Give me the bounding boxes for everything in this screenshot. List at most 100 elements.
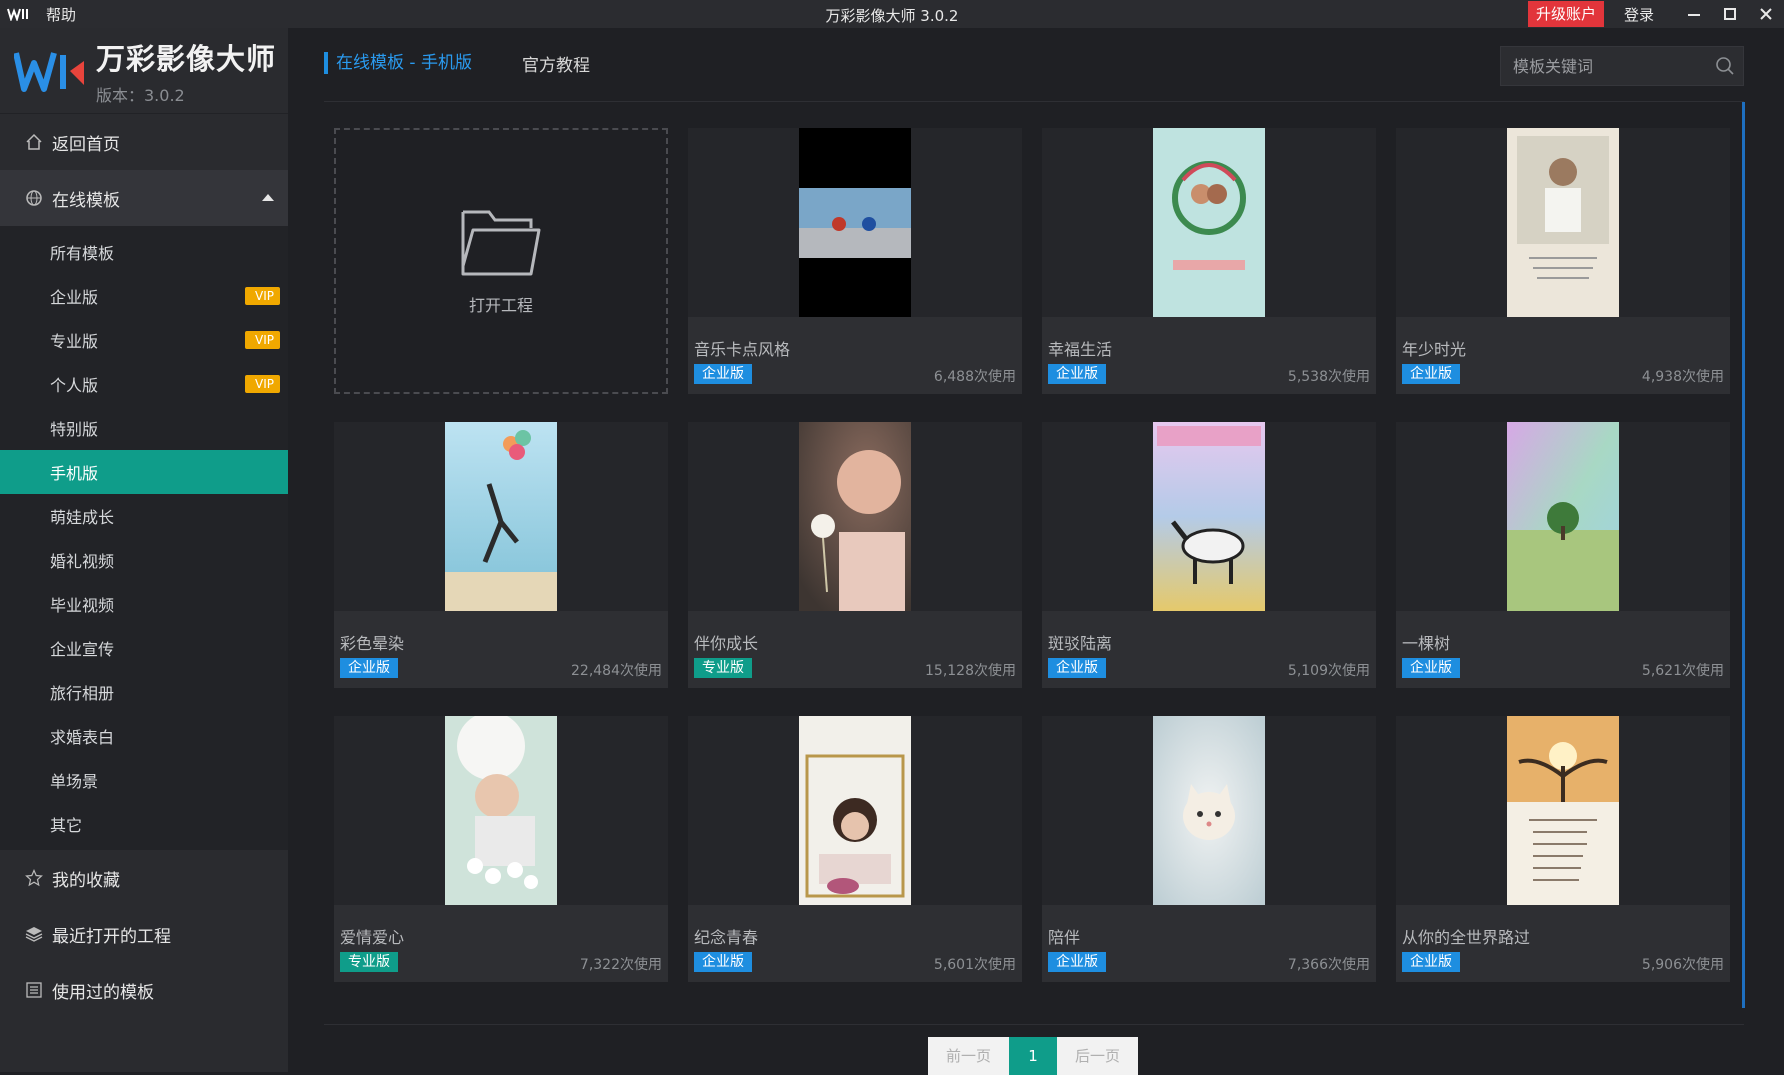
open-project-card[interactable]: 打开工程: [334, 128, 668, 394]
edition-badge: 企业版: [694, 364, 752, 384]
sidebar-item[interactable]: 婚礼视频: [0, 538, 288, 582]
nav-used-templates[interactable]: 使用过的模板: [0, 962, 288, 1018]
template-card[interactable]: 音乐卡点风格 企业版 6,488次使用: [688, 128, 1022, 394]
template-thumbnail: [799, 716, 911, 905]
template-card[interactable]: 伴你成长 专业版 15,128次使用: [688, 422, 1022, 688]
sidebar-item[interactable]: 旅行相册: [0, 670, 288, 714]
usage-count: 5,906次使用: [1641, 957, 1724, 973]
globe-icon: [24, 188, 44, 208]
vip-badge: VIP: [245, 375, 280, 393]
usage-count: 15,128次使用: [925, 663, 1016, 679]
title-bar: 帮助 万彩影像大师 3.0.2 升级账户 登录: [0, 0, 1784, 28]
vertical-scrollbar[interactable]: [1742, 102, 1745, 1008]
template-title: 爱情爱心: [340, 928, 405, 947]
sidebar-item[interactable]: 企业宣传: [0, 626, 288, 670]
template-card[interactable]: 陪伴 企业版 7,366次使用: [1042, 716, 1376, 982]
app-small-logo-icon: [6, 6, 30, 22]
sub-nav-list: 所有模板 企业版 VIP 专业版 VIP 个人版 VIP 特别版 手机版 萌娃成长 婚礼视频 毕业视频…: [0, 226, 288, 850]
nav-used-label: 使用过的模板: [52, 982, 154, 1003]
usage-count: 5,601次使用: [933, 957, 1016, 973]
nav-home[interactable]: 返回首页: [0, 114, 288, 170]
sidebar-item-label: 特别版: [50, 420, 99, 439]
usage-count: 4,938次使用: [1641, 369, 1724, 385]
pager-divider: [324, 1024, 1744, 1025]
nav-recent-projects[interactable]: 最近打开的工程: [0, 906, 288, 962]
brand-name: 万彩影像大师: [96, 41, 277, 76]
nav-online-templates[interactable]: 在线模板: [0, 170, 288, 226]
template-card[interactable]: 幸福生活 企业版 5,538次使用: [1042, 128, 1376, 394]
template-card[interactable]: 彩色晕染企业版 22,484次使用: [334, 422, 668, 688]
sidebar-item[interactable]: 专业版 VIP: [0, 318, 288, 362]
folder-icon: [459, 206, 543, 284]
upgrade-account-button[interactable]: 升级账户: [1527, 1, 1604, 27]
template-thumbnail-area: [688, 422, 1022, 611]
template-thumbnail-area: [1042, 422, 1376, 611]
template-title: 音乐卡点风格: [694, 340, 791, 359]
sidebar-item-label: 毕业视频: [50, 596, 115, 615]
edition-badge: 企业版: [340, 658, 398, 678]
template-title: 幸福生活: [1048, 340, 1113, 359]
sidebar-item[interactable]: 单场景: [0, 758, 288, 802]
template-card[interactable]: 从你的全世界路过 企业版 5,906次使用: [1396, 716, 1730, 982]
template-thumbnail: [1507, 128, 1619, 317]
sidebar-item[interactable]: 求婚表白: [0, 714, 288, 758]
template-thumbnail-area: [688, 716, 1022, 905]
template-title: 一棵树: [1402, 634, 1451, 653]
sidebar-item-label: 其它: [50, 816, 83, 835]
nav-favorites[interactable]: 我的收藏: [0, 850, 288, 906]
vip-badge: VIP: [245, 287, 280, 305]
template-card[interactable]: 斑驳陆离 企业版 5,109次使用: [1042, 422, 1376, 688]
close-icon[interactable]: [1748, 0, 1784, 28]
template-card[interactable]: 爱情爱心 专业版 7,322次使用: [334, 716, 668, 982]
template-grid: 打开工程 音乐卡点风格 企业版 6,488次使用 幸福生活 企业版 5,538次使用 年少时…: [334, 128, 1732, 982]
list-icon: [24, 980, 44, 1000]
sidebar-item-label: 手机版: [50, 464, 99, 483]
help-menu[interactable]: 帮助: [46, 4, 76, 25]
brand-logo-icon: [13, 45, 86, 97]
template-thumbnail: [445, 422, 557, 611]
edition-badge: 企业版: [1402, 952, 1460, 972]
next-page-button[interactable]: 后一页: [1057, 1037, 1139, 1075]
edition-badge: 企业版: [1402, 658, 1460, 678]
search-input[interactable]: [1501, 55, 1701, 77]
sidebar-item-label: 婚礼视频: [50, 552, 115, 571]
tab-official-tutorial[interactable]: 官方教程: [522, 51, 590, 76]
sidebar-item[interactable]: 所有模板: [0, 230, 288, 274]
layers-icon: [24, 924, 44, 944]
template-card[interactable]: 年少时光 企业版 4,938次使用: [1396, 128, 1730, 394]
sidebar-item[interactable]: 萌娃成长: [0, 494, 288, 538]
usage-count: 5,538次使用: [1287, 369, 1370, 385]
sidebar-item-label: 专业版: [50, 332, 99, 351]
usage-count: 5,621次使用: [1641, 663, 1724, 679]
template-card[interactable]: 一棵树企业版 5,621次使用: [1396, 422, 1730, 688]
template-title: 陪伴: [1048, 928, 1081, 947]
sidebar-item[interactable]: 特别版: [0, 406, 288, 450]
template-thumbnail-area: [1042, 128, 1376, 317]
template-card[interactable]: 纪念青春 企业版 5,601次使用: [688, 716, 1022, 982]
sidebar-item[interactable]: 毕业视频: [0, 582, 288, 626]
template-thumbnail: [799, 422, 911, 611]
minimize-icon[interactable]: [1676, 0, 1712, 28]
prev-page-button[interactable]: 前一页: [928, 1037, 1010, 1075]
sidebar-item-label: 萌娃成长: [50, 508, 115, 527]
edition-badge: 专业版: [694, 658, 752, 678]
template-title: 彩色晕染: [340, 634, 405, 653]
page-number-button[interactable]: 1: [1009, 1037, 1058, 1075]
template-thumbnail: [1153, 716, 1265, 905]
maximize-icon[interactable]: [1712, 0, 1748, 28]
home-icon: [24, 132, 44, 152]
sidebar-item[interactable]: 个人版 VIP: [0, 362, 288, 406]
sidebar-item[interactable]: 手机版: [0, 450, 288, 494]
search-icon[interactable]: [1715, 56, 1735, 80]
template-thumbnail: [1507, 422, 1619, 611]
tab-online-mobile[interactable]: 在线模板 - 手机版: [324, 52, 472, 74]
sidebar-item[interactable]: 其它: [0, 802, 288, 846]
login-button[interactable]: 登录: [1624, 4, 1654, 25]
usage-count: 22,484次使用: [571, 663, 662, 679]
collapse-caret-icon[interactable]: [262, 194, 274, 201]
edition-badge: 专业版: [340, 952, 398, 972]
template-thumbnail-area: [1396, 128, 1730, 317]
usage-count: 7,366次使用: [1287, 957, 1370, 973]
nav-recent-label: 最近打开的工程: [52, 926, 171, 947]
sidebar-item[interactable]: 企业版 VIP: [0, 274, 288, 318]
